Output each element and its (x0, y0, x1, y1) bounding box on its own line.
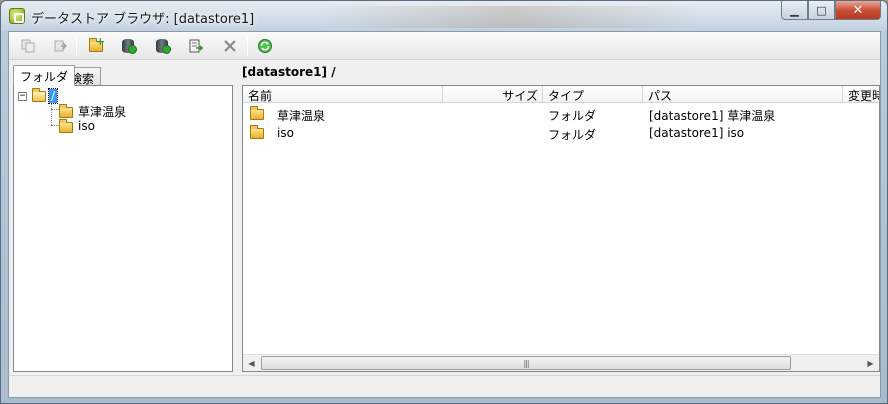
folder-icon (250, 106, 264, 120)
app-icon (9, 8, 25, 24)
grip-icon: ||| (523, 358, 529, 368)
copy-button[interactable] (17, 36, 39, 56)
tree-item-kusatsu[interactable]: 草津温泉 (59, 103, 126, 119)
tree-item-iso[interactable]: iso (59, 118, 95, 134)
add-to-inventory-icon (189, 39, 204, 53)
column-header-path[interactable]: パス (643, 86, 843, 103)
title-bar[interactable]: データストア ブラウザ: [datastore1] ▁ □ ✕ (1, 1, 887, 31)
new-folder-icon: + (88, 35, 105, 54)
column-header-size[interactable]: サイズ (443, 86, 543, 103)
row-path: [datastore1] 草津温泉 (649, 109, 776, 123)
tree-item-label: 草津温泉 (78, 104, 127, 119)
add-to-inventory-button[interactable] (185, 36, 207, 56)
folder-tree[interactable]: − / 草津温泉 iso (13, 85, 233, 372)
refresh-button[interactable] (254, 36, 276, 56)
toolbar-separator (247, 36, 248, 56)
datastore-browser-window: データストア ブラウザ: [datastore1] ▁ □ ✕ + フォルダ 検… (0, 0, 888, 404)
scrollbar-thumb[interactable]: ||| (261, 356, 791, 370)
maximize-button[interactable]: □ (808, 1, 835, 20)
delete-button[interactable] (219, 36, 241, 56)
close-button[interactable]: ✕ (835, 1, 881, 20)
toolbar: + (9, 32, 880, 60)
tree-connector (51, 101, 52, 125)
row-name: iso (277, 126, 294, 140)
refresh-icon (258, 39, 272, 53)
new-folder-button[interactable]: + (85, 35, 107, 56)
scroll-right-icon: ▶ (867, 358, 874, 368)
scroll-left-button[interactable]: ◀ (243, 355, 260, 371)
minimize-icon: ▁ (790, 3, 799, 17)
row-name: 草津温泉 (277, 109, 326, 123)
download-button[interactable] (151, 36, 173, 56)
tree-connector (51, 125, 59, 126)
row-type: フォルダ (548, 128, 597, 142)
download-from-datastore-icon (154, 38, 171, 54)
column-header-name[interactable]: 名前 (243, 86, 443, 103)
upload-to-datastore-icon (120, 38, 137, 54)
folder-icon (250, 125, 264, 139)
tree-connector (51, 109, 59, 110)
list-header: 名前 サイズ タイプ パス 変更時 (243, 86, 879, 103)
title-background-blur (321, 6, 701, 28)
copy-icon (21, 39, 35, 53)
file-list[interactable]: 名前 サイズ タイプ パス 変更時 草津温泉 フォルダ [datastore1]… (242, 85, 880, 372)
row-type: フォルダ (548, 109, 597, 123)
row-path: [datastore1] iso (649, 126, 745, 140)
window-title: データストア ブラウザ: [datastore1] (31, 12, 255, 27)
window-controls: ▁ □ ✕ (781, 1, 881, 21)
move-icon (54, 40, 68, 52)
close-icon: ✕ (852, 2, 864, 18)
folder-open-icon (32, 87, 46, 102)
delete-icon (224, 40, 236, 52)
current-path: [datastore1] / (242, 65, 336, 79)
tree-item-label: iso (78, 119, 95, 133)
scroll-left-icon: ◀ (248, 358, 255, 368)
folder-icon (59, 118, 73, 133)
move-button[interactable] (49, 36, 71, 56)
horizontal-scrollbar[interactable]: ◀ ||| ▶ (243, 354, 879, 371)
upload-button[interactable] (117, 36, 139, 56)
client-area: + フォルダ 検索 − / 草津温泉 iso [datastore1] / 名前… (8, 31, 881, 398)
list-item[interactable]: 草津温泉 フォルダ [datastore1] 草津温泉 (243, 105, 879, 124)
toolbar-separator (76, 36, 77, 56)
panel-splitter[interactable] (235, 62, 241, 374)
status-bar (9, 375, 880, 397)
column-header-type[interactable]: タイプ (543, 86, 643, 103)
collapse-icon[interactable]: − (18, 91, 27, 101)
minimize-button[interactable]: ▁ (781, 1, 808, 20)
scroll-right-button[interactable]: ▶ (862, 355, 879, 371)
folder-icon (59, 103, 73, 118)
maximize-icon: □ (816, 3, 827, 17)
column-header-modified[interactable]: 変更時 (843, 86, 879, 103)
tab-folders[interactable]: フォルダ (13, 65, 76, 86)
list-item[interactable]: iso フォルダ [datastore1] iso (243, 124, 879, 143)
tab-folders-label: フォルダ (20, 70, 69, 84)
